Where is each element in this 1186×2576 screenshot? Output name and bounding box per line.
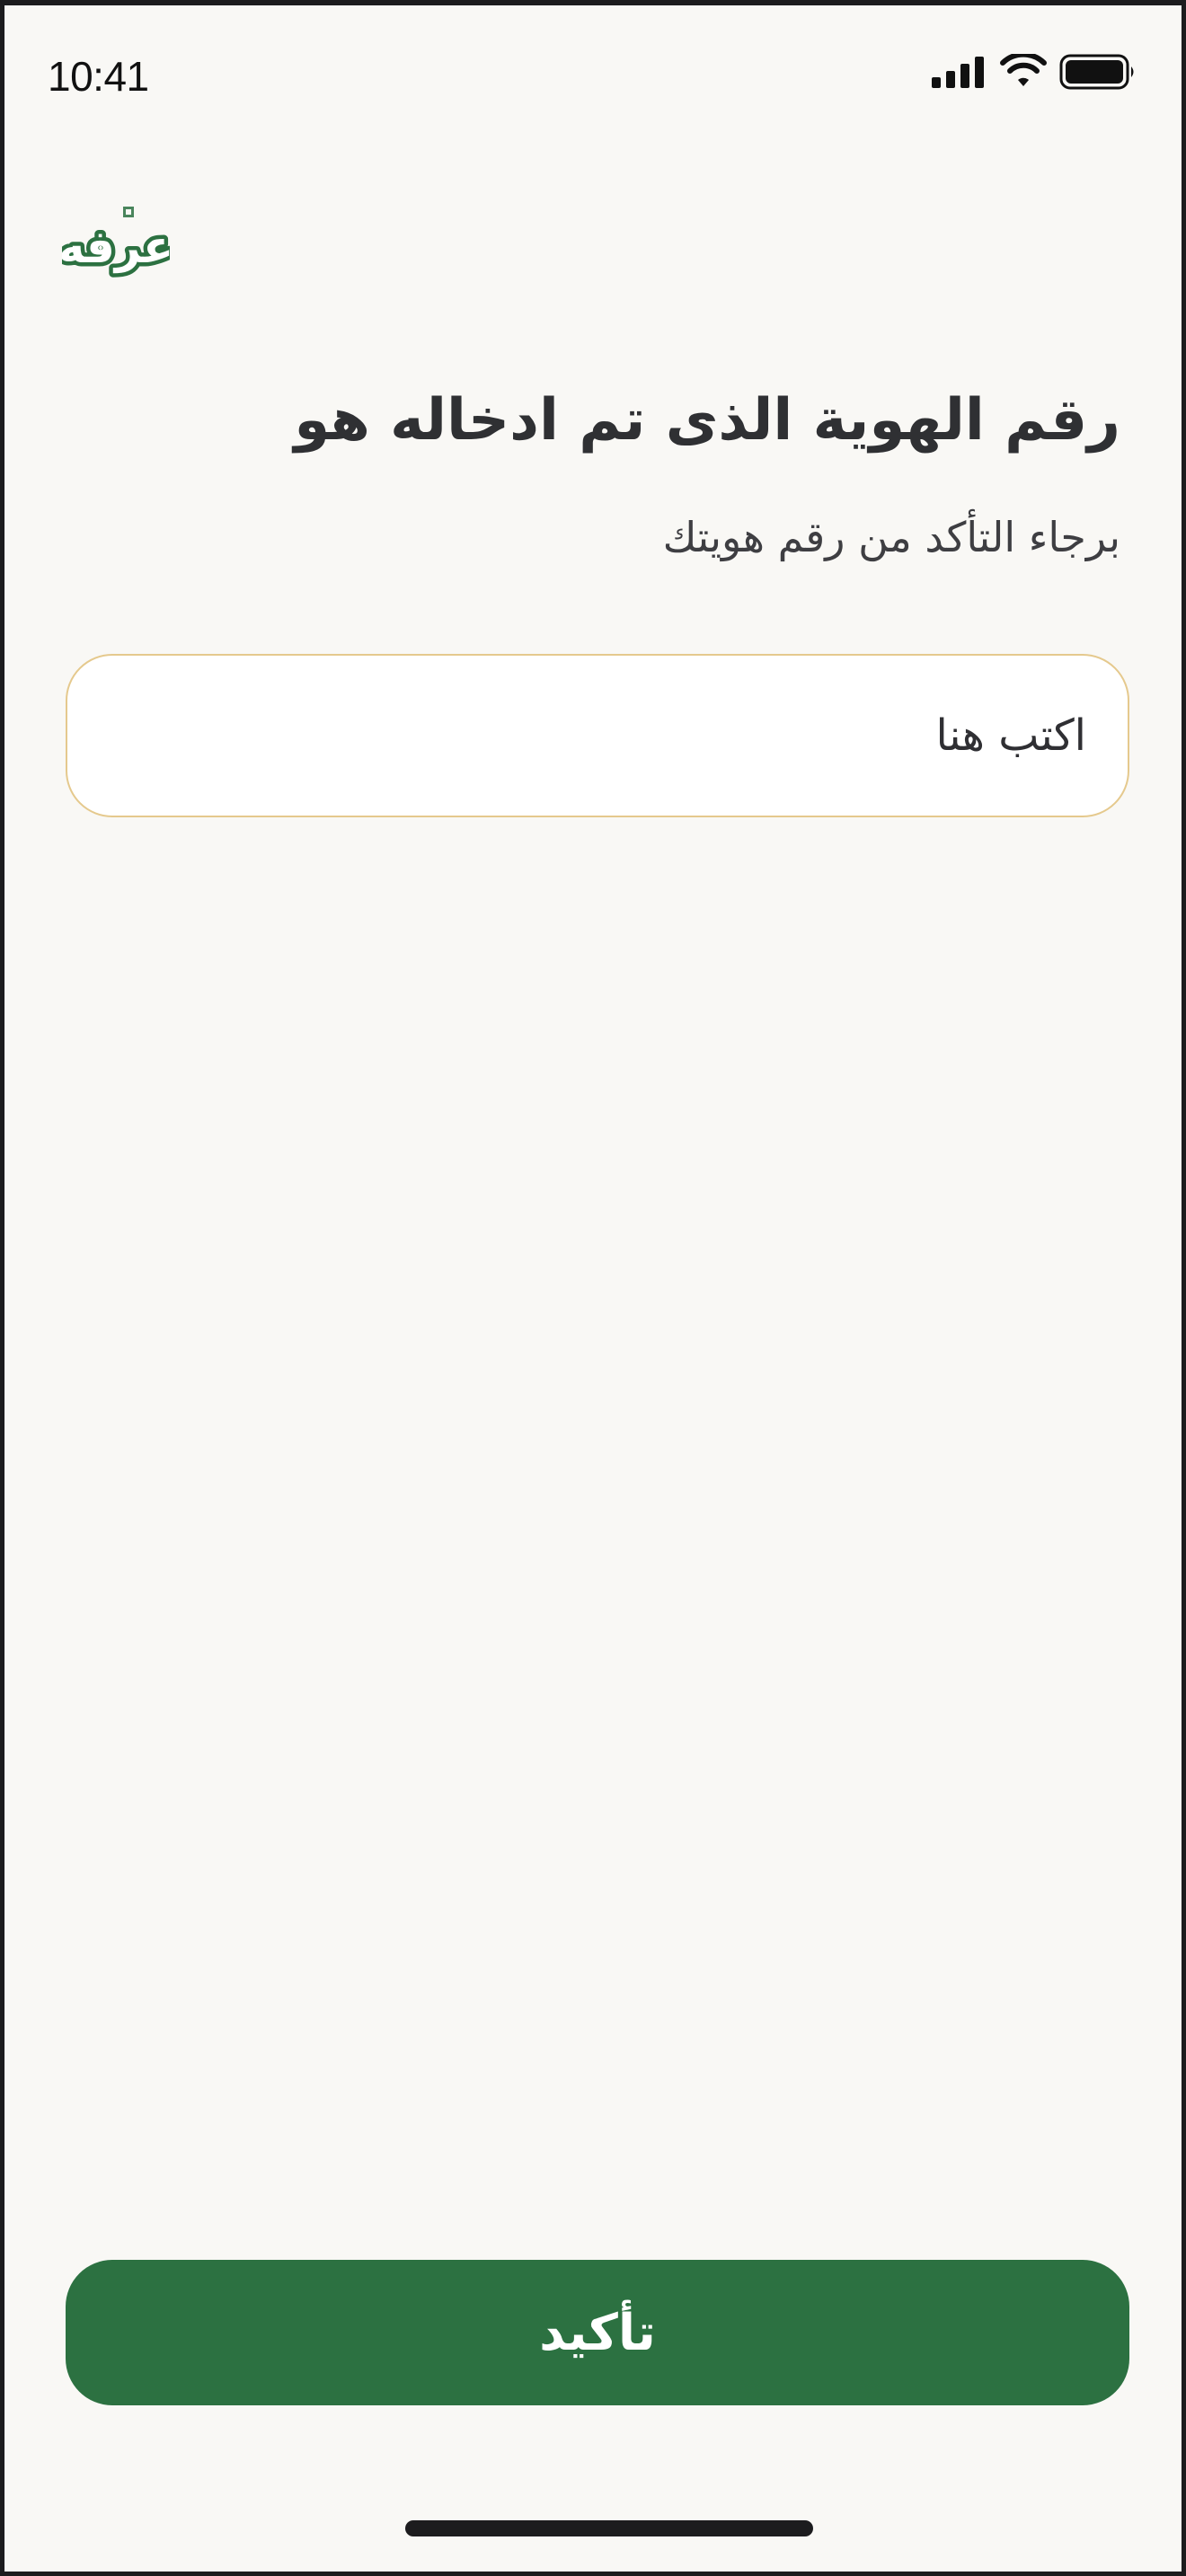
phone-screen: 10:41 عرفه رقم الهوية الذى تم ادخاله هو …	[0, 0, 1186, 2576]
page-subtitle: برجاء التأكد من رقم هويتك	[662, 513, 1120, 561]
battery-icon	[1059, 54, 1137, 93]
wifi-icon	[1000, 51, 1047, 93]
page-title: رقم الهوية الذى تم ادخاله هو	[294, 387, 1120, 454]
status-icons	[930, 51, 1137, 93]
svg-text:عرفه: عرفه	[62, 221, 170, 274]
status-time: 10:41	[48, 53, 149, 100]
confirm-button[interactable]: تأكيد	[66, 2260, 1129, 2405]
status-bar: 10:41	[4, 5, 1182, 140]
brand-logo: عرفه	[54, 201, 178, 282]
home-indicator	[405, 2520, 813, 2536]
id-number-input[interactable]	[66, 654, 1129, 817]
brand-logo-icon: عرفه	[54, 207, 178, 278]
cellular-signal-icon	[930, 56, 987, 92]
